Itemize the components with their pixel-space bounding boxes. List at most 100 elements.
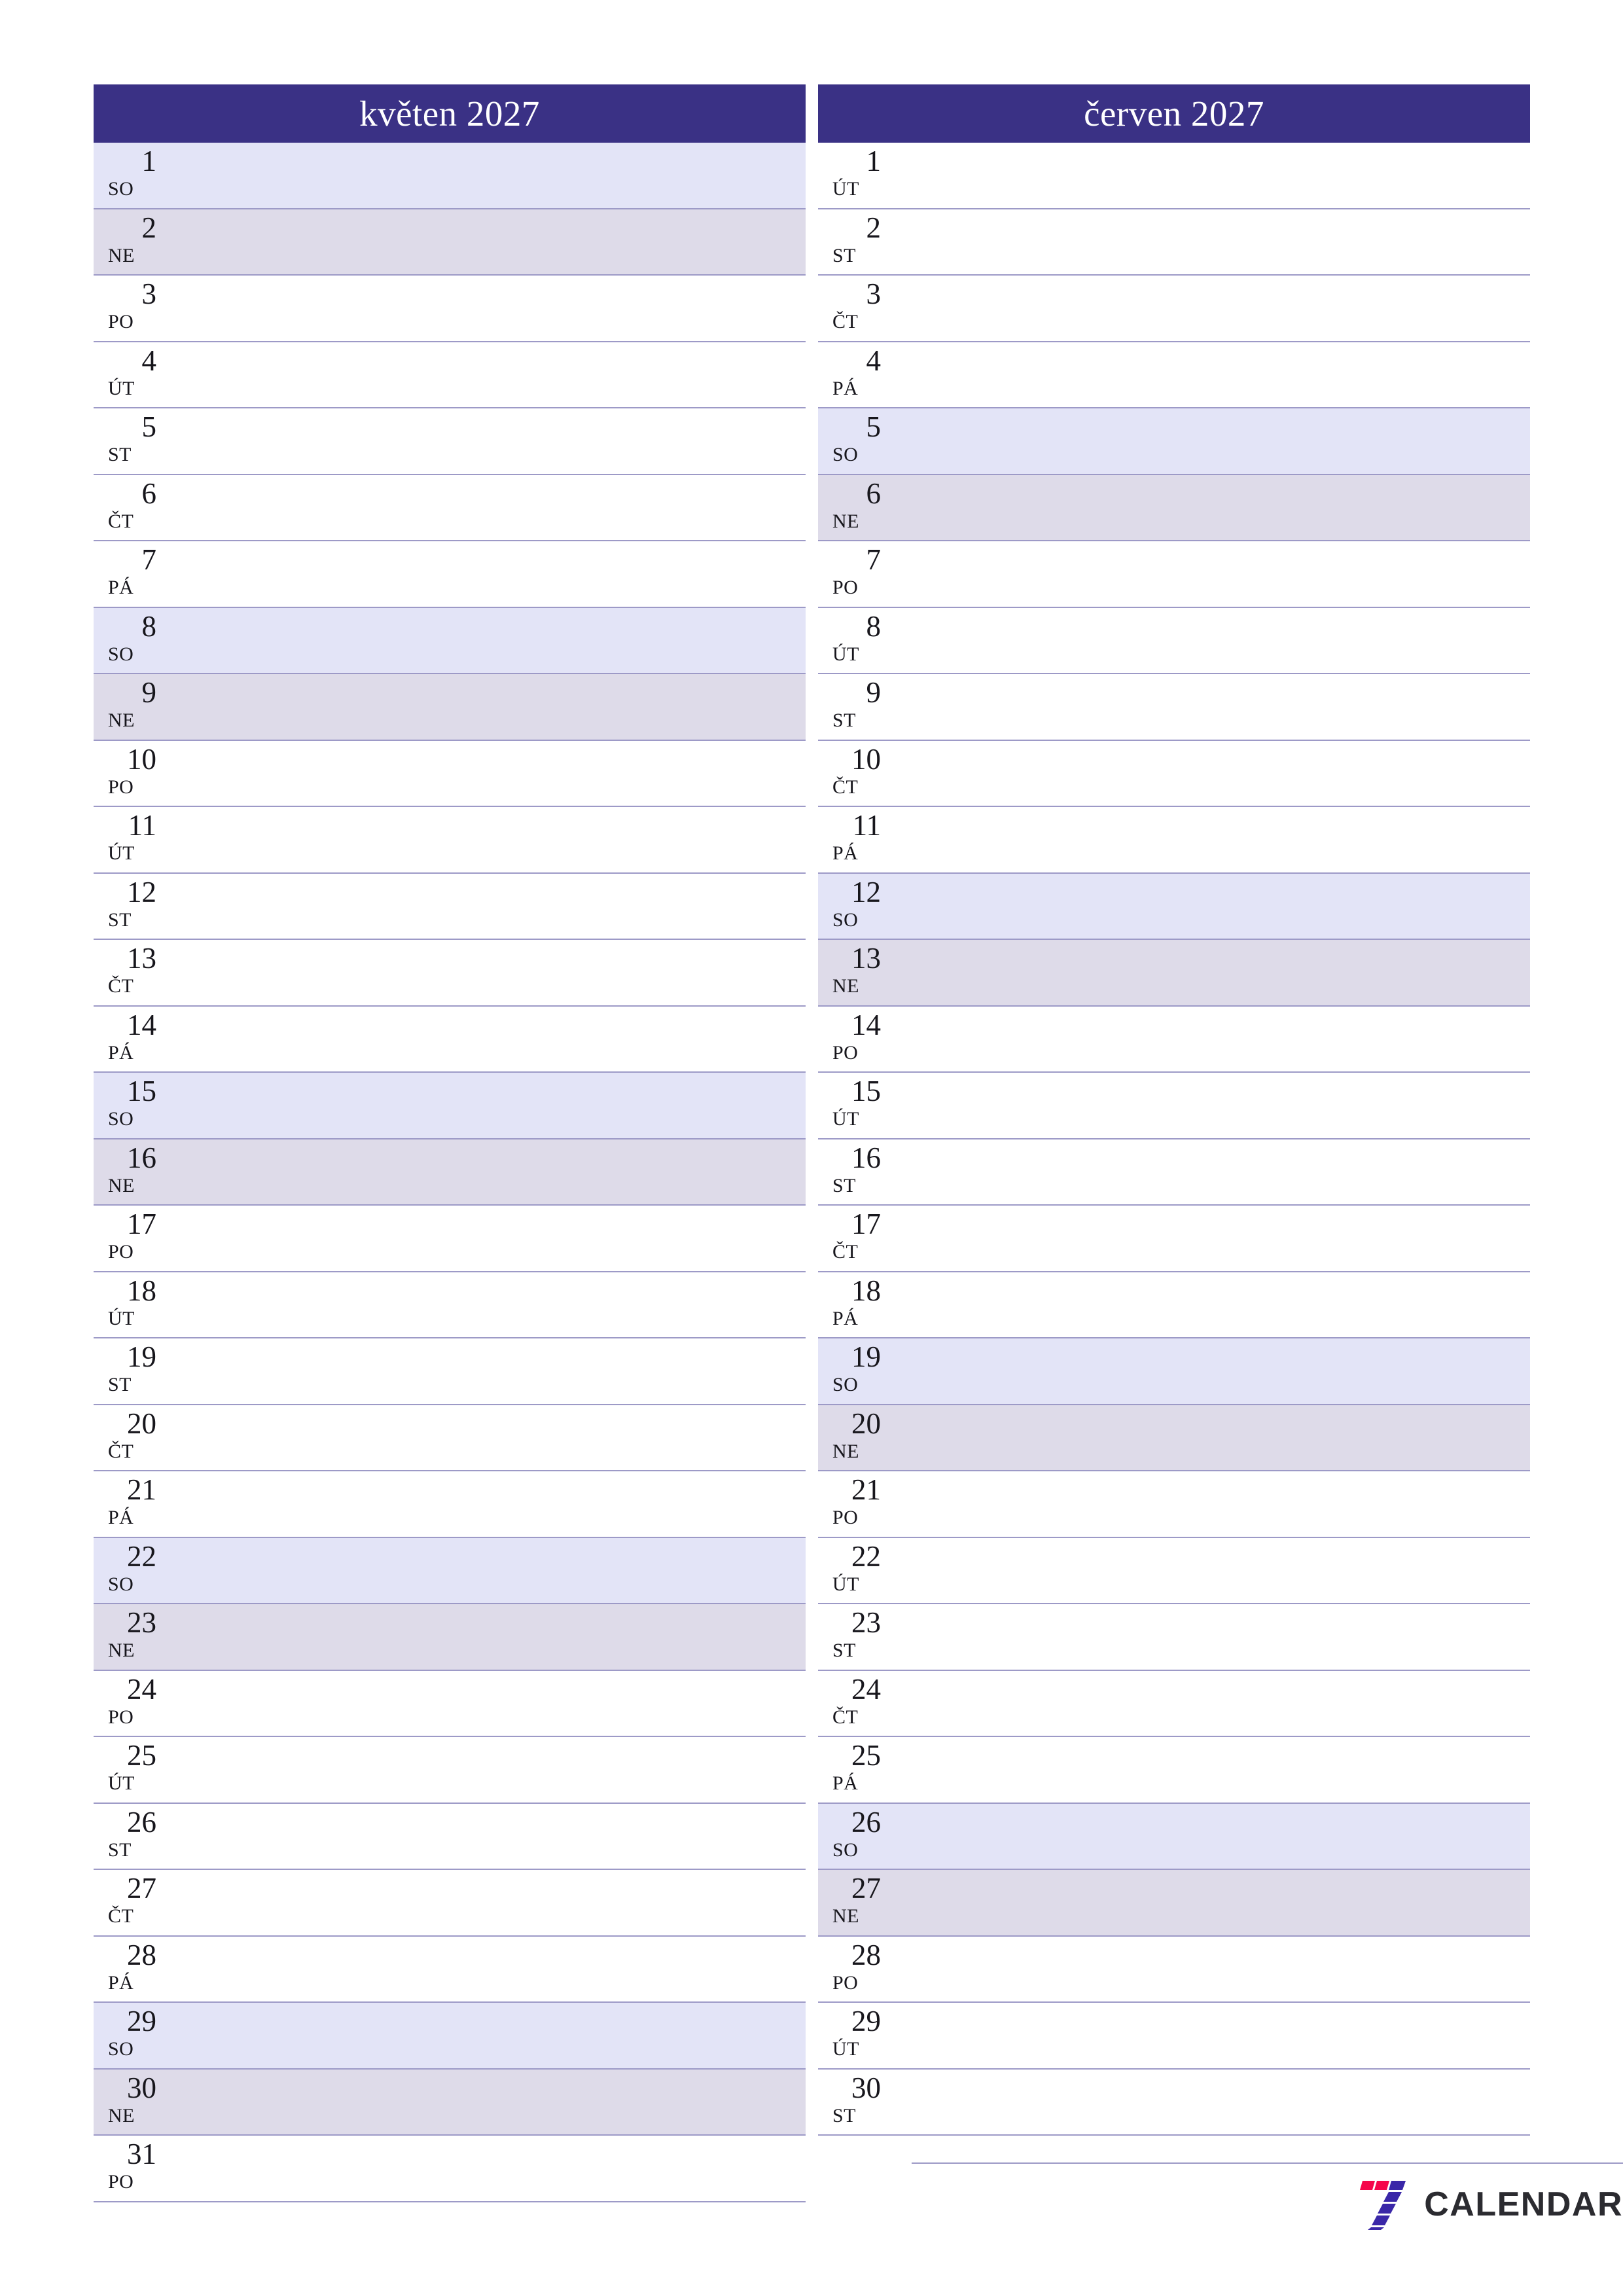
day-weekday-abbr: ČT: [108, 975, 134, 997]
day-number: 17: [851, 1208, 881, 1240]
day-row[interactable]: 15 ÚT: [818, 1073, 1530, 1139]
day-row[interactable]: 7 PÁ: [94, 541, 806, 608]
day-row[interactable]: 14 PO: [818, 1006, 1530, 1073]
day-row[interactable]: 10 PO: [94, 740, 806, 807]
page-footer: CALENDAR: [912, 2162, 1623, 2261]
month-title-right: červen 2027: [818, 84, 1530, 143]
day-row[interactable]: 13 ČT: [94, 940, 806, 1007]
day-row[interactable]: 3 ČT: [818, 276, 1530, 342]
day-row[interactable]: 4 ÚT: [94, 342, 806, 408]
day-row[interactable]: 25 ÚT: [94, 1737, 806, 1804]
day-row[interactable]: 28 PO: [818, 1936, 1530, 2003]
day-number: 29: [127, 2005, 156, 2037]
day-row[interactable]: 17 PO: [94, 1206, 806, 1272]
month-column-left: květen 2027 1 SO 2 NE 3 PO 4 ÚT 5 ST 6 ČT 7 PÁ 8 SO 9 NE 1…: [94, 84, 806, 2202]
day-row[interactable]: 1 ÚT: [818, 143, 1530, 209]
day-number: 22: [127, 1539, 156, 1573]
day-row[interactable]: 24 PO: [94, 1670, 806, 1737]
day-row[interactable]: 6 NE: [818, 475, 1530, 541]
day-row[interactable]: 17 ČT: [818, 1206, 1530, 1272]
day-row[interactable]: 27 ČT: [94, 1870, 806, 1937]
day-weekday-abbr: PO: [108, 2171, 134, 2193]
day-number: 20: [127, 1407, 156, 1440]
day-row[interactable]: 12 SO: [818, 873, 1530, 940]
day-row[interactable]: 18 PÁ: [818, 1272, 1530, 1338]
day-row[interactable]: 2 ST: [818, 209, 1530, 276]
day-weekday-abbr: ST: [832, 709, 857, 731]
day-row[interactable]: 4 PÁ: [818, 342, 1530, 408]
day-number: 4: [866, 344, 882, 377]
day-row[interactable]: 10 ČT: [818, 740, 1530, 807]
day-row[interactable]: 5 ST: [94, 408, 806, 475]
day-number: 6: [866, 476, 882, 510]
day-number: 28: [851, 1938, 881, 1971]
day-row[interactable]: 1 SO: [94, 143, 806, 209]
day-weekday-abbr: SO: [108, 178, 134, 200]
day-row[interactable]: 29 ÚT: [818, 2003, 1530, 2070]
day-row[interactable]: 8 SO: [94, 607, 806, 674]
day-number: 22: [851, 1539, 881, 1573]
day-row[interactable]: 7 PO: [818, 541, 1530, 608]
day-row[interactable]: 12 ST: [94, 873, 806, 940]
day-number: 11: [128, 809, 156, 842]
day-number: 29: [851, 2005, 881, 2037]
day-row[interactable]: 22 SO: [94, 1537, 806, 1604]
day-weekday-abbr: PO: [832, 1507, 859, 1528]
day-number: 16: [127, 1141, 156, 1174]
day-row[interactable]: 29 SO: [94, 2003, 806, 2070]
day-row[interactable]: 21 PO: [818, 1471, 1530, 1538]
day-row[interactable]: 16 ST: [818, 1139, 1530, 1206]
day-row[interactable]: 2 NE: [94, 209, 806, 276]
day-number: 1: [866, 145, 882, 177]
day-row[interactable]: 8 ÚT: [818, 607, 1530, 674]
day-weekday-abbr: NE: [832, 510, 859, 532]
day-row[interactable]: 3 PO: [94, 276, 806, 342]
day-row[interactable]: 31 PO: [94, 2136, 806, 2202]
day-row[interactable]: 11 PÁ: [818, 807, 1530, 874]
day-weekday-abbr: ST: [832, 244, 857, 266]
day-number: 25: [127, 1739, 156, 1772]
day-weekday-abbr: SO: [832, 908, 859, 931]
day-weekday-abbr: ČT: [108, 1905, 134, 1927]
day-row[interactable]: 20 NE: [818, 1405, 1530, 1471]
day-row[interactable]: 18 ÚT: [94, 1272, 806, 1338]
day-row[interactable]: 30 NE: [94, 2069, 806, 2136]
day-weekday-abbr: SO: [108, 1108, 134, 1130]
day-row[interactable]: 30 ST: [818, 2069, 1530, 2136]
day-weekday-abbr: NE: [108, 2104, 135, 2126]
day-row[interactable]: 23 ST: [818, 1604, 1530, 1671]
day-weekday-abbr: ST: [108, 1374, 132, 1395]
day-row[interactable]: 22 ÚT: [818, 1537, 1530, 1604]
day-number: 27: [851, 1872, 881, 1905]
day-row[interactable]: 9 ST: [818, 674, 1530, 741]
day-number: 11: [852, 809, 881, 842]
day-row[interactable]: 21 PÁ: [94, 1471, 806, 1538]
day-row[interactable]: 25 PÁ: [818, 1737, 1530, 1804]
day-row[interactable]: 19 ST: [94, 1338, 806, 1405]
day-row[interactable]: 13 NE: [818, 940, 1530, 1007]
day-number: 15: [851, 1075, 881, 1107]
day-row[interactable]: 16 NE: [94, 1139, 806, 1206]
day-row[interactable]: 5 SO: [818, 408, 1530, 475]
day-number: 30: [127, 2071, 156, 2104]
day-row[interactable]: 11 ÚT: [94, 807, 806, 874]
day-weekday-abbr: NE: [832, 1905, 859, 1927]
day-row[interactable]: 26 ST: [94, 1803, 806, 1870]
day-number: 12: [851, 875, 881, 908]
day-weekday-abbr: SO: [108, 1573, 134, 1595]
day-row[interactable]: 9 NE: [94, 674, 806, 741]
day-row[interactable]: 14 PÁ: [94, 1006, 806, 1073]
day-weekday-abbr: ÚT: [832, 1108, 859, 1130]
day-number: 20: [851, 1407, 881, 1440]
day-row[interactable]: 15 SO: [94, 1073, 806, 1139]
day-row[interactable]: 19 SO: [818, 1338, 1530, 1405]
day-row[interactable]: 27 NE: [818, 1870, 1530, 1937]
day-row[interactable]: 24 ČT: [818, 1670, 1530, 1737]
day-row[interactable]: 26 SO: [818, 1803, 1530, 1870]
day-row[interactable]: 23 NE: [94, 1604, 806, 1671]
day-row[interactable]: 6 ČT: [94, 475, 806, 541]
day-row[interactable]: 20 ČT: [94, 1405, 806, 1471]
day-weekday-abbr: SO: [832, 1374, 859, 1395]
day-row[interactable]: 28 PÁ: [94, 1936, 806, 2003]
day-weekday-abbr: NE: [832, 1440, 859, 1462]
